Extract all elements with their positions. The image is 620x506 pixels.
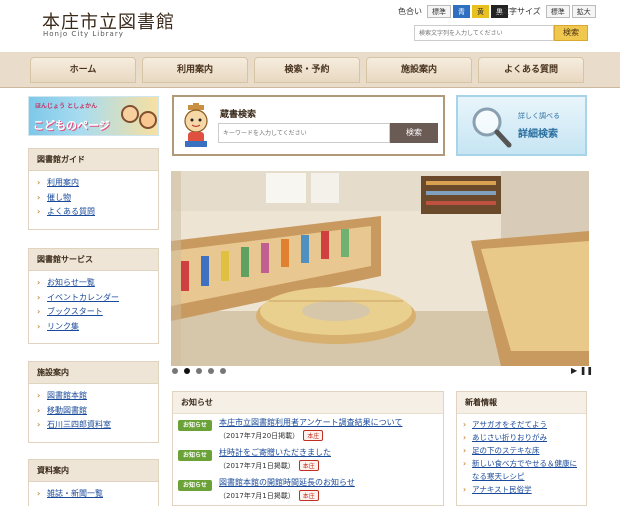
sidebar-item-event-calendar[interactable]: イベントカレンダー: [37, 291, 150, 306]
site-search-button[interactable]: 検索: [554, 25, 588, 41]
sidebar-item-news-list[interactable]: お知らせ一覧: [37, 276, 150, 291]
site-subtitle: Honjo City Library: [43, 30, 124, 38]
sidebar-item-events[interactable]: 催し物: [37, 191, 150, 206]
catalog-search-label: 蔵書検索: [220, 110, 257, 120]
new-arrivals-panel: 新着情報 アサガオをそだてよう あじさい折りおりがみ 足の下のステキな床 新しい…: [456, 391, 587, 506]
sidebar-guide: 図書館ガイド 利用案内 催し物 よくある質問: [28, 148, 159, 230]
news-item: お知らせ 図書館本館の開館時間延長のお知らせ （2017年7月1日掲載） 本庄: [173, 474, 443, 504]
mascot-icon: [184, 103, 208, 147]
new-arrivals-title: 新着情報: [457, 392, 586, 414]
advanced-search-banner[interactable]: 詳しく調べる 詳細検索: [456, 95, 587, 156]
news-item-link[interactable]: 図書館本館の開館時間延長のお知らせ: [219, 477, 355, 488]
sidebar-facility-title: 施設案内: [29, 362, 158, 384]
location-badge: 本庄: [298, 490, 319, 501]
sidebar-item-faq[interactable]: よくある質問: [37, 205, 150, 220]
news-item: お知らせ 本庄市立図書館利用者アンケート調査結果について （2017年7月20日…: [173, 414, 443, 444]
color-yellow-button[interactable]: 黄: [472, 5, 489, 18]
sidebar-item-ishikawa-archive[interactable]: 石川三四郎資料室: [37, 418, 150, 433]
child-face-icon: [121, 105, 139, 123]
advanced-search-line1: 詳しく調べる: [518, 112, 560, 120]
kids-banner-line1: ほんじょう としょかん: [35, 103, 98, 110]
new-arrival-item[interactable]: アナキスト民俗学: [463, 483, 580, 496]
sidebar-service-title: 図書館サービス: [29, 249, 158, 271]
header: 本庄市立図書館 Honjo City Library 色合い 標準 青 黄 黒 …: [0, 0, 620, 50]
slideshow-play-pause-icon[interactable]: ▶ ❚❚: [571, 366, 593, 375]
location-badge: 本庄: [298, 460, 319, 471]
advanced-search-line2: 詳細検索: [518, 129, 558, 140]
sidebar-guide-title: 図書館ガイド: [29, 149, 158, 171]
library-interior-photo: [171, 171, 589, 366]
font-size-label: 文字サイズ: [501, 7, 541, 16]
library-photo-slideshow[interactable]: [171, 171, 589, 366]
news-tag: お知らせ: [178, 450, 212, 461]
new-arrival-item[interactable]: 新しい食べ方でやせる＆健康になる寒天レシピ: [463, 457, 580, 483]
color-label: 色合い: [398, 7, 422, 16]
kids-page-banner[interactable]: ほんじょう としょかん こどものページ: [28, 96, 159, 136]
sidebar-item-magazines[interactable]: 雑誌・新聞一覧: [37, 487, 150, 502]
new-arrival-item[interactable]: あじさい折りおりがみ: [463, 431, 580, 444]
news-title: お知らせ: [173, 392, 443, 414]
slideshow-dots: [172, 368, 226, 374]
magnifier-icon: [472, 107, 512, 148]
news-date: （2017年7月1日掲載） 本庄: [219, 490, 319, 501]
slide-dot-active[interactable]: [184, 368, 190, 374]
sidebar-item-links[interactable]: リンク集: [37, 320, 150, 335]
site-search-input[interactable]: [414, 25, 554, 41]
new-arrival-item[interactable]: 足の下のステキな床: [463, 444, 580, 457]
catalog-search-button[interactable]: 検索: [390, 123, 438, 143]
sidebar-materials: 資料案内 雑誌・新聞一覧: [28, 459, 159, 506]
slide-dot[interactable]: [220, 368, 226, 374]
catalog-search-input[interactable]: [218, 123, 390, 143]
news-date: （2017年7月20日掲載） 本庄: [219, 430, 324, 441]
sidebar-item-usage[interactable]: 利用案内: [37, 176, 150, 191]
slide-dot[interactable]: [208, 368, 214, 374]
news-tag: お知らせ: [178, 480, 212, 491]
sidebar-materials-title: 資料案内: [29, 460, 158, 482]
font-size-standard-button[interactable]: 標準: [545, 5, 570, 18]
site-search: 検索: [414, 25, 588, 41]
kids-banner-line2: こどものページ: [33, 119, 110, 132]
catalog-search-box: 蔵書検索 検索: [172, 95, 445, 156]
nav-search[interactable]: 検索・予約: [254, 57, 360, 83]
nav-facility[interactable]: 施設案内: [366, 57, 472, 83]
news-tag: お知らせ: [178, 420, 212, 431]
news-item-link[interactable]: 柱時計をご寄贈いただきました: [219, 447, 331, 458]
nav-usage[interactable]: 利用案内: [142, 57, 248, 83]
news-item: お知らせ 柱時計をご寄贈いただきました （2017年7月1日掲載） 本庄: [173, 444, 443, 474]
child-face-icon: [139, 111, 157, 129]
nav-faq[interactable]: よくある質問: [478, 57, 584, 83]
new-arrival-item[interactable]: アサガオをそだてよう: [463, 418, 580, 431]
location-badge: 本庄: [303, 430, 324, 441]
color-blue-button[interactable]: 青: [453, 5, 470, 18]
color-standard-button[interactable]: 標準: [427, 5, 451, 18]
color-control: 色合い 標準 青 黄 黒: [398, 5, 508, 18]
font-size-control: 文字サイズ 標準 拡大: [501, 5, 596, 18]
news-date: （2017年7月1日掲載） 本庄: [219, 460, 319, 471]
sidebar-item-bookstart[interactable]: ブックスタート: [37, 305, 150, 320]
font-size-large-button[interactable]: 拡大: [571, 5, 596, 18]
sidebar-service: 図書館サービス お知らせ一覧 イベントカレンダー ブックスタート リンク集: [28, 248, 159, 344]
slide-dot[interactable]: [196, 368, 202, 374]
sidebar-item-main-library[interactable]: 図書館本館: [37, 389, 150, 404]
sidebar-item-mobile-library[interactable]: 移動図書館: [37, 404, 150, 419]
news-panel: お知らせ お知らせ 本庄市立図書館利用者アンケート調査結果について （2017年…: [172, 391, 444, 506]
slide-dot[interactable]: [172, 368, 178, 374]
sidebar-facility: 施設案内 図書館本館 移動図書館 石川三四郎資料室: [28, 361, 159, 443]
nav-home[interactable]: ホーム: [30, 57, 136, 83]
global-nav: ホーム 利用案内 検索・予約 施設案内 よくある質問: [0, 52, 620, 88]
news-item-link[interactable]: 本庄市立図書館利用者アンケート調査結果について: [219, 417, 402, 428]
